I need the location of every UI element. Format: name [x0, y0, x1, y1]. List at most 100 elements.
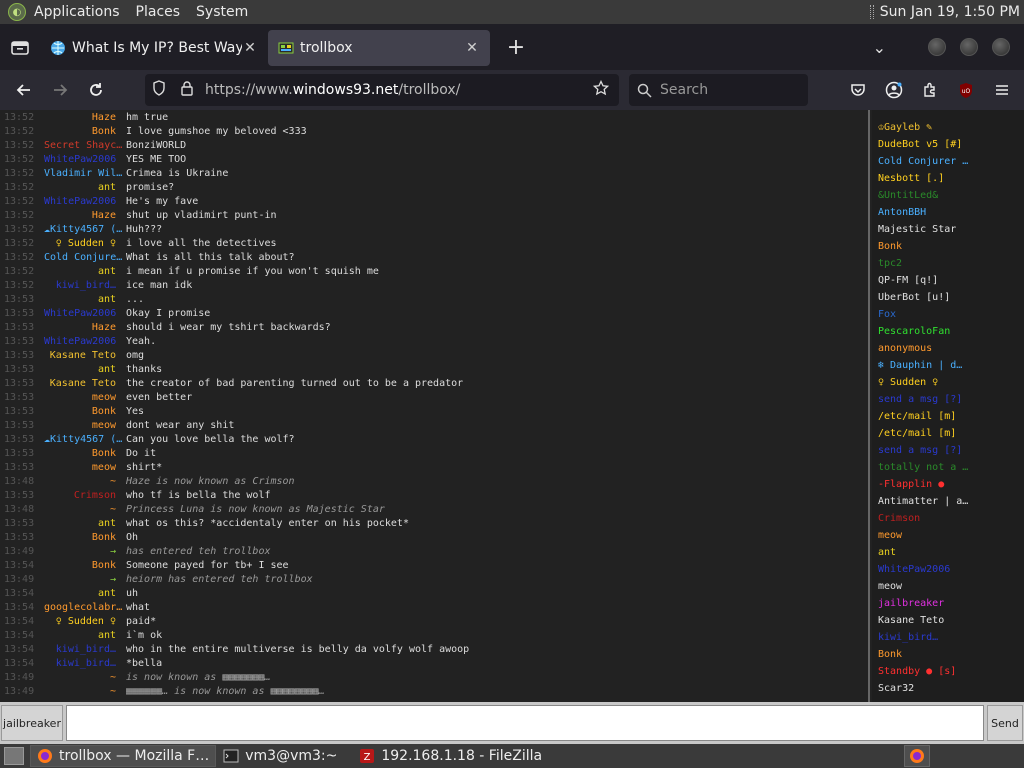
message-nick[interactable]: Kasane Teto [44, 378, 126, 389]
tab-close-icon[interactable]: ✕ [464, 40, 480, 56]
menu-places[interactable]: Places [128, 4, 189, 20]
menu-system[interactable]: System [188, 4, 256, 20]
pocket-button[interactable] [840, 72, 876, 108]
user-list-item[interactable]: ❄ Dauphin | d… [878, 357, 1024, 374]
user-list-item[interactable]: Kasane Teto [878, 612, 1024, 629]
user-list-item[interactable]: kiwi_bird… [878, 629, 1024, 646]
show-desktop-icon[interactable] [4, 747, 24, 765]
tray-firefox-icon[interactable] [904, 745, 930, 767]
user-list-item[interactable]: Crimson [878, 510, 1024, 527]
user-list-item[interactable]: Scar32 [878, 680, 1024, 697]
message-nick[interactable]: → [44, 546, 126, 557]
message-nick[interactable]: kiwi_bird… [44, 280, 126, 291]
user-list-item[interactable]: tpc2 [878, 255, 1024, 272]
message-nick[interactable]: ant [44, 294, 126, 305]
message-nick[interactable]: ~ [44, 504, 126, 515]
tab-close-icon[interactable]: ✕ [242, 40, 258, 56]
reload-button[interactable] [78, 72, 114, 108]
user-list-item[interactable]: totally not a … [878, 459, 1024, 476]
forward-button[interactable] [42, 72, 78, 108]
message-nick[interactable]: meow [44, 420, 126, 431]
taskbar-item-firefox[interactable]: trollbox — Mozilla F… [30, 745, 217, 767]
message-nick[interactable]: Cold Conjure… [44, 252, 126, 263]
nickname-button[interactable]: jailbreaker [1, 705, 63, 741]
panel-clock[interactable]: Sun Jan 19, 1:50 PM [880, 4, 1020, 20]
message-nick[interactable]: ant [44, 266, 126, 277]
tab-whatismyip[interactable]: What Is My IP? Best Way To ✕ [40, 30, 268, 66]
user-list-item[interactable]: Standby ● [s] [878, 663, 1024, 680]
user-list-item[interactable]: DudeBot v5 [#] [878, 136, 1024, 153]
message-nick[interactable]: ant [44, 630, 126, 641]
message-nick[interactable]: Bonk [44, 406, 126, 417]
message-nick[interactable]: Haze [44, 210, 126, 221]
user-list-item[interactable]: Bonk [878, 238, 1024, 255]
message-nick[interactable]: ant [44, 182, 126, 193]
message-nick[interactable]: Vladimir Wil… [44, 168, 126, 179]
distro-logo-icon[interactable]: ◐ [8, 3, 26, 21]
message-nick[interactable]: Kasane Teto [44, 350, 126, 361]
message-nick[interactable]: ~ [44, 686, 126, 697]
user-list-item[interactable]: &UntitLed& [878, 187, 1024, 204]
ublock-button[interactable]: uO [948, 72, 984, 108]
message-nick[interactable]: googlecolabr… [44, 602, 126, 613]
user-list-item[interactable]: AntonBBH [878, 204, 1024, 221]
message-nick[interactable]: WhitePaw2006 [44, 154, 126, 165]
message-nick[interactable]: ☁Kitty4567 (… [44, 434, 126, 445]
user-list-item[interactable]: /etc/mail [m] [878, 408, 1024, 425]
message-nick[interactable]: Bonk [44, 448, 126, 459]
window-minimize-button[interactable] [928, 38, 946, 56]
message-nick[interactable]: meow [44, 392, 126, 403]
message-input[interactable] [66, 705, 984, 741]
message-nick[interactable]: Bonk [44, 560, 126, 571]
message-nick[interactable]: Haze [44, 112, 126, 123]
message-nick[interactable]: WhitePaw2006 [44, 336, 126, 347]
extensions-button[interactable] [912, 72, 948, 108]
user-list-item[interactable]: jailbreaker [878, 595, 1024, 612]
message-nick[interactable]: → [44, 574, 126, 585]
menu-button[interactable] [984, 72, 1020, 108]
user-list-item[interactable]: send a msg [?] [878, 391, 1024, 408]
message-nick[interactable]: ~ [44, 672, 126, 683]
message-nick[interactable]: ant [44, 518, 126, 529]
user-list-item[interactable]: ♔Gayleb ✎ [878, 119, 1024, 136]
taskbar-item-filezilla[interactable]: Z 192.168.1.18 - FileZilla [352, 745, 549, 767]
user-list-item[interactable]: meow [878, 527, 1024, 544]
user-list-item[interactable]: Antimatter | a… [878, 493, 1024, 510]
url-text[interactable]: https://www.windows93.net/trollbox/ [201, 82, 587, 98]
new-tab-button[interactable]: + [498, 35, 534, 60]
list-all-tabs-icon[interactable]: ⌄ [873, 38, 886, 57]
send-button[interactable]: Send [987, 705, 1023, 741]
firefox-view-button[interactable] [0, 24, 40, 70]
message-nick[interactable]: ♀ Sudden ♀ [44, 238, 126, 249]
user-list-item[interactable]: meow [878, 578, 1024, 595]
bookmark-star-icon[interactable] [587, 79, 615, 100]
url-bar[interactable]: https://www.windows93.net/trollbox/ [145, 74, 619, 106]
message-nick[interactable]: ☁Kitty4567 (… [44, 224, 126, 235]
message-nick[interactable]: kiwi_bird… [44, 644, 126, 655]
user-list-item[interactable]: UberBot [u!] [878, 289, 1024, 306]
user-list-item[interactable]: Cold Conjurer … [878, 153, 1024, 170]
user-list-item[interactable]: anonymous [878, 340, 1024, 357]
user-list-item[interactable]: ant [878, 544, 1024, 561]
menu-applications[interactable]: Applications [26, 4, 128, 20]
user-list-item[interactable]: WhitePaw2006 [878, 561, 1024, 578]
user-list[interactable]: ♔Gayleb ✎ DudeBot v5 [#] Cold Conjurer … Ne… [872, 110, 1024, 702]
message-nick[interactable]: Haze [44, 322, 126, 333]
message-nick[interactable]: ♀ Sudden ♀ [44, 616, 126, 627]
user-list-item[interactable]: /etc/mail [m] [878, 425, 1024, 442]
user-list-item[interactable]: -Flapplin ● [878, 476, 1024, 493]
message-nick[interactable]: Crimson [44, 490, 126, 501]
lock-icon[interactable] [173, 80, 201, 100]
message-nick[interactable]: ~ [44, 476, 126, 487]
taskbar-item-terminal[interactable]: vm3@vm3:~ [216, 745, 344, 767]
user-list-item[interactable]: Nesbott [.] [878, 170, 1024, 187]
tab-trollbox[interactable]: trollbox ✕ [268, 30, 490, 66]
user-list-item[interactable]: PescaroloFan [878, 323, 1024, 340]
message-nick[interactable]: Bonk [44, 532, 126, 543]
back-button[interactable] [6, 72, 42, 108]
message-nick[interactable]: WhitePaw2006 [44, 308, 126, 319]
window-maximize-button[interactable] [960, 38, 978, 56]
user-list-item[interactable]: Fox [878, 306, 1024, 323]
chat-log[interactable]: 13:52 Haze hm true 13:52 Bonk I love gumshoe … [0, 110, 870, 702]
message-nick[interactable]: WhitePaw2006 [44, 196, 126, 207]
